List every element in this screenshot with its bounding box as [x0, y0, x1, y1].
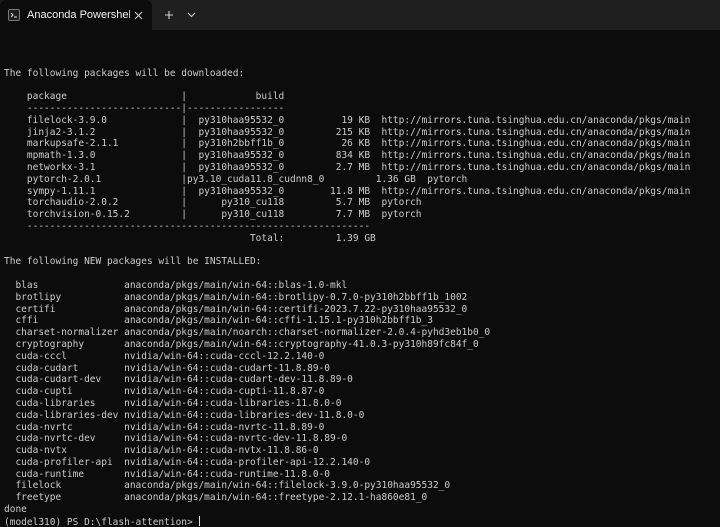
- terminal-line: certifi anaconda/pkgs/main/win-64::certi…: [4, 303, 468, 315]
- terminal-line: networkx-3.1 | py310haa95532_0 2.7 MB ht…: [4, 161, 691, 173]
- terminal-line: mpmath-1.3.0 | py310haa95532_0 834 KB ht…: [4, 150, 691, 162]
- terminal-line: cuda-nvtx nvidia/win-64::cuda-nvtx-11.8.…: [4, 445, 319, 457]
- terminal-line: package | build: [4, 91, 285, 103]
- terminal-line: cuda-nvrtc-dev nvidia/win-64::cuda-nvrtc…: [4, 433, 348, 445]
- terminal-line: cuda-cudart nvidia/win-64::cuda-cudart-1…: [4, 362, 331, 374]
- terminal-line: cuda-nvrtc nvidia/win-64::cuda-nvrtc-11.…: [4, 421, 325, 433]
- terminal-line: pytorch-2.0.1 |py3.10_cuda11.8_cudnn8_0 …: [4, 173, 468, 185]
- terminal-line: cuda-runtime nvidia/win-64::cuda-runtime…: [4, 468, 331, 480]
- terminal-line: sympy-1.11.1 | py310haa95532_0 11.8 MB h…: [4, 185, 691, 197]
- terminal-line: Total: 1.39 GB: [4, 232, 376, 244]
- tab-dropdown-button[interactable]: [182, 0, 200, 30]
- terminal-line: filelock-3.9.0 | py310haa95532_0 19 KB h…: [4, 114, 691, 126]
- terminal-line: freetype anaconda/pkgs/main/win-64::free…: [4, 492, 428, 504]
- command-prompt[interactable]: (model310) PS D:\flash-attention>: [4, 515, 720, 527]
- terminal-line: ---------------------------|------------…: [4, 102, 285, 114]
- terminal-line: cuda-cupti nvidia/win-64::cuda-cupti-11.…: [4, 386, 325, 398]
- tab-title: Anaconda Powershell Prompt: [27, 9, 130, 21]
- prompt-text: (model310) PS D:\flash-attention>: [4, 516, 199, 527]
- terminal-line: cuda-libraries-dev nvidia/win-64::cuda-l…: [4, 409, 365, 421]
- tab-anaconda-powershell[interactable]: Anaconda Powershell Prompt: [0, 0, 152, 30]
- terminal-line: cffi anaconda/pkgs/main/win-64::cffi-1.1…: [4, 315, 433, 327]
- plus-icon: [165, 11, 173, 19]
- terminal-line: cuda-cccl nvidia/win-64::cuda-cccl-12.2.…: [4, 350, 325, 362]
- close-icon[interactable]: [130, 7, 146, 23]
- terminal-line: done: [4, 504, 27, 516]
- terminal-icon: [8, 9, 20, 21]
- text-cursor: [199, 515, 201, 526]
- tab-bar: Anaconda Powershell Prompt: [0, 0, 720, 30]
- terminal-line: jinja2-3.1.2 | py310haa95532_0 215 KB ht…: [4, 126, 691, 138]
- chevron-down-icon: [187, 12, 195, 18]
- new-tab-button[interactable]: [160, 0, 178, 30]
- terminal-line: blas anaconda/pkgs/main/win-64::blas-1.0…: [4, 279, 348, 291]
- terminal-line: brotlipy anaconda/pkgs/main/win-64::brot…: [4, 291, 468, 303]
- terminal-line: The following packages will be downloade…: [4, 67, 245, 79]
- terminal-line: ----------------------------------------…: [4, 220, 371, 232]
- terminal-line: cuda-profiler-api nvidia/win-64::cuda-pr…: [4, 456, 371, 468]
- terminal-line: torchaudio-2.0.2 | py310_cu118 5.7 MB py…: [4, 197, 422, 209]
- terminal-line: cuda-cudart-dev nvidia/win-64::cuda-cuda…: [4, 374, 353, 386]
- terminal-line: filelock anaconda/pkgs/main/win-64::file…: [4, 480, 451, 492]
- terminal-window: Anaconda Powershell Prompt The following…: [0, 0, 720, 527]
- terminal-line: cryptography anaconda/pkgs/main/win-64::…: [4, 338, 479, 350]
- terminal-line: cuda-libraries nvidia/win-64::cuda-libra…: [4, 397, 342, 409]
- terminal-line: torchvision-0.15.2 | py310_cu118 7.7 MB …: [4, 209, 422, 221]
- terminal-line: The following NEW packages will be INSTA…: [4, 256, 262, 268]
- terminal-line: charset-normalizer anaconda/pkgs/main/no…: [4, 327, 491, 339]
- terminal-line: markupsafe-2.1.1 | py310h2bbff1b_0 26 KB…: [4, 138, 691, 150]
- terminal-output[interactable]: The following packages will be downloade…: [4, 44, 720, 527]
